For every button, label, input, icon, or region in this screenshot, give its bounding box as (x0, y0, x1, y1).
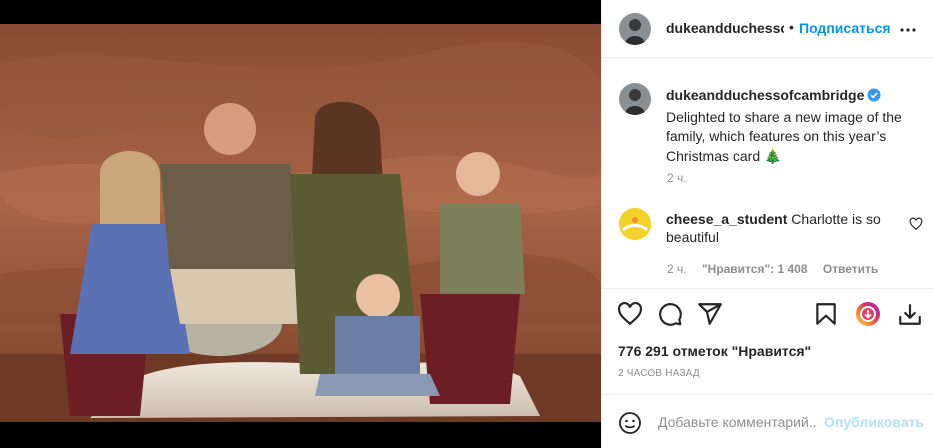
heart-icon[interactable] (617, 301, 643, 327)
instagram-post-modal: dukeandduchessof • Подписаться dukeanddu… (0, 0, 934, 448)
header-separator: • (789, 19, 794, 35)
photo-area (0, 0, 601, 448)
follow-button[interactable]: Подписаться (799, 20, 891, 36)
reels-icon[interactable] (855, 301, 881, 327)
caption-username[interactable]: dukeandduchessofcambridge (666, 87, 864, 103)
comment-username[interactable]: cheese_a_student (666, 211, 787, 227)
comment-input[interactable] (658, 411, 818, 433)
reply-button[interactable]: Ответить (823, 262, 878, 276)
caption-avatar[interactable] (619, 83, 651, 115)
caption-time[interactable]: 2 ч. (667, 171, 687, 185)
download-icon[interactable] (897, 301, 923, 327)
likes-count[interactable]: 776 291 отметок "Нравится" (618, 343, 811, 359)
comment-heart-icon[interactable] (909, 217, 923, 231)
emoji-icon[interactable] (618, 411, 642, 435)
action-bar (602, 288, 934, 340)
caption-text: Delighted to share a new image of the fa… (666, 108, 902, 164)
more-icon[interactable] (898, 20, 918, 40)
comment-meta: 2 ч. "Нравится": 1 408 Ответить (667, 262, 890, 276)
post-side-panel: dukeandduchessof • Подписаться dukeanddu… (601, 0, 934, 448)
add-comment-bar: Опубликовать (602, 394, 934, 448)
post-date[interactable]: 2 ЧАСОВ НАЗАД (618, 368, 700, 379)
comment-icon[interactable] (657, 301, 683, 327)
post-photo[interactable] (0, 24, 601, 422)
share-icon[interactable] (697, 301, 723, 327)
verified-icon (867, 88, 881, 108)
comment-time[interactable]: 2 ч. (667, 262, 687, 276)
post-header: dukeandduchessof • Подписаться (602, 0, 934, 58)
comment-text-block: cheese_a_student Charlotte is so beautif… (666, 210, 891, 246)
comment-likes[interactable]: "Нравится": 1 408 (702, 262, 808, 276)
publish-button[interactable]: Опубликовать (824, 414, 924, 430)
author-username[interactable]: dukeandduchessof (666, 20, 784, 36)
author-avatar[interactable] (619, 13, 651, 45)
save-icon[interactable] (813, 301, 839, 327)
caption-text-block: dukeandduchessofcambridge Delighted to s… (666, 86, 921, 166)
comment-avatar[interactable] (619, 208, 651, 240)
family-photo-image (0, 24, 601, 422)
